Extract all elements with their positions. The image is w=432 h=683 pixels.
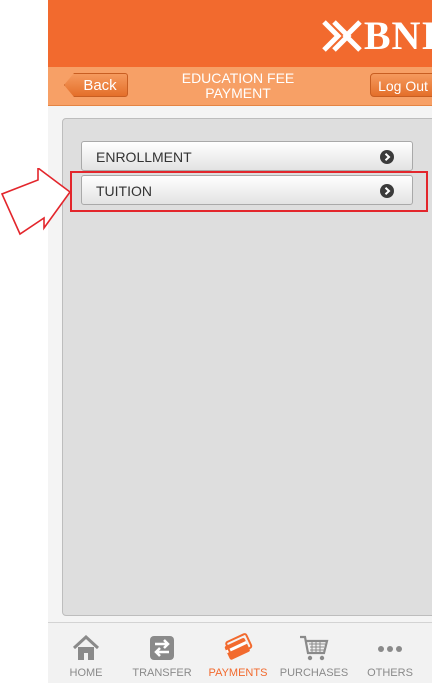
chevron-right-icon [380, 150, 394, 164]
bni-logo-text: BNI [363, 13, 432, 58]
transfer-icon [150, 636, 174, 660]
tab-payments[interactable]: PAYMENTS [200, 623, 276, 683]
tab-purchases[interactable]: PURCHASES [276, 623, 352, 683]
pointer-arrow-icon [0, 168, 72, 236]
highlight-box [70, 171, 428, 212]
brand-header: BNI [48, 0, 432, 67]
bottom-tab-bar: HOME TRANSFER PAYMENTS PURCHASES OTHERS [48, 622, 432, 683]
navigation-bar: Back EDUCATION FEE PAYMENT Log Out [48, 67, 432, 106]
tab-label: OTHERS [367, 667, 413, 679]
tab-others[interactable]: OTHERS [352, 623, 428, 683]
back-button[interactable]: Back [64, 73, 128, 97]
tab-home[interactable]: HOME [48, 623, 124, 683]
menu-item-label: ENROLLMENT [96, 149, 192, 165]
cart-icon [300, 635, 329, 661]
tab-label: HOME [69, 667, 103, 679]
home-icon [72, 634, 100, 660]
more-icon [378, 646, 402, 652]
menu-item-enrollment[interactable]: ENROLLMENT [81, 141, 413, 171]
app-screen: BNI Back EDUCATION FEE PAYMENT Log Out E… [48, 0, 432, 683]
tab-transfer[interactable]: TRANSFER [124, 623, 200, 683]
logout-button[interactable]: Log Out [370, 73, 432, 97]
bni-logo-mark-icon [322, 20, 362, 52]
page-title: EDUCATION FEE PAYMENT [181, 70, 295, 101]
tab-label: PURCHASES [279, 667, 349, 679]
payments-icon [224, 633, 253, 660]
tab-label: TRANSFER [132, 667, 192, 679]
bni-logo: BNI [322, 16, 432, 56]
tab-label: PAYMENTS [208, 667, 268, 679]
